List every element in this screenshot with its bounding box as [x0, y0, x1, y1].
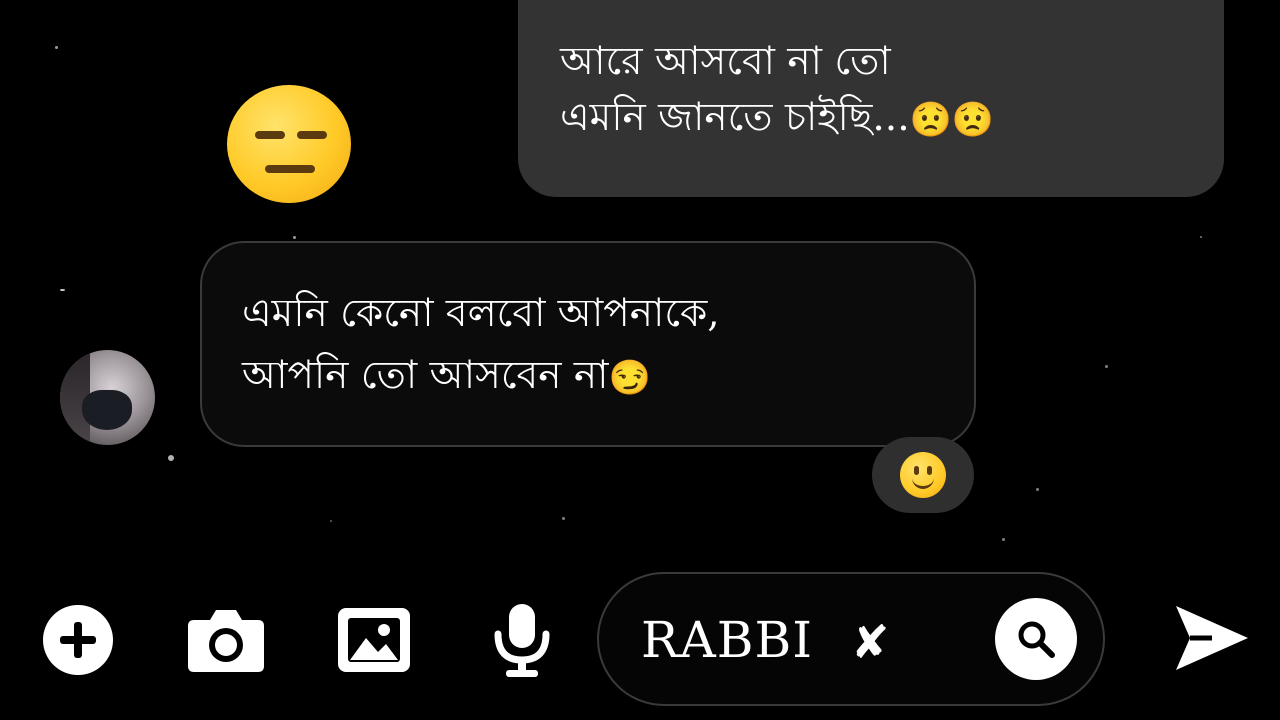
expressionless-face-icon [227, 85, 351, 203]
message-text: এমনি জানতে চাইছি... [560, 95, 910, 140]
search-button[interactable] [995, 598, 1077, 680]
microphone-button[interactable] [482, 600, 562, 680]
star [330, 520, 332, 522]
message-line: এমনি কেনো বলবো আপনাকে, [242, 283, 944, 345]
message-text: আপনি তো আসবেন না [242, 353, 609, 398]
plus-circle-icon [43, 605, 113, 675]
message-line: আরে আসবো না তো [560, 34, 1194, 90]
avatar[interactable] [60, 350, 155, 445]
incoming-message-bubble[interactable]: এমনি কেনো বলবো আপনাকে, আপনি তো আসবেন না😏 [200, 241, 976, 447]
microphone-icon [494, 604, 550, 677]
message-line: এমনি জানতে চাইছি...😟😟 [560, 90, 1194, 148]
star [168, 455, 174, 461]
image-icon [338, 608, 410, 672]
send-button[interactable] [1172, 598, 1252, 678]
outgoing-message-bubble[interactable]: আরে আসবো না তো এমনি জানতে চাইছি...😟😟 [518, 0, 1224, 197]
message-text: আরে আসবো না তো [560, 39, 891, 84]
search-icon [1018, 621, 1055, 658]
add-button[interactable] [38, 600, 118, 680]
camera-button[interactable] [186, 600, 266, 680]
star [562, 517, 565, 520]
message-text: এমনি কেনো বলবো আপনাকে, [242, 291, 720, 336]
send-icon [1176, 606, 1248, 670]
sad-face-emoji: 😟😟 [909, 100, 995, 140]
star [1036, 488, 1039, 491]
gallery-button[interactable] [334, 600, 414, 680]
star [1002, 538, 1005, 541]
message-input[interactable]: RABBI ✘ [597, 572, 1105, 706]
input-value[interactable]: RABBI [641, 610, 813, 670]
star [60, 289, 65, 291]
camera-icon [188, 610, 264, 672]
star [1200, 236, 1202, 238]
star [1105, 365, 1108, 368]
smirking-face-emoji: 😏 [608, 358, 651, 398]
slightly-smiling-face-icon [900, 452, 946, 498]
message-line: আপনি তো আসবেন না😏 [242, 345, 944, 409]
star [293, 236, 296, 239]
message-reaction-badge[interactable] [872, 437, 974, 513]
clear-icon[interactable]: ✘ [851, 612, 890, 672]
star [55, 46, 58, 49]
